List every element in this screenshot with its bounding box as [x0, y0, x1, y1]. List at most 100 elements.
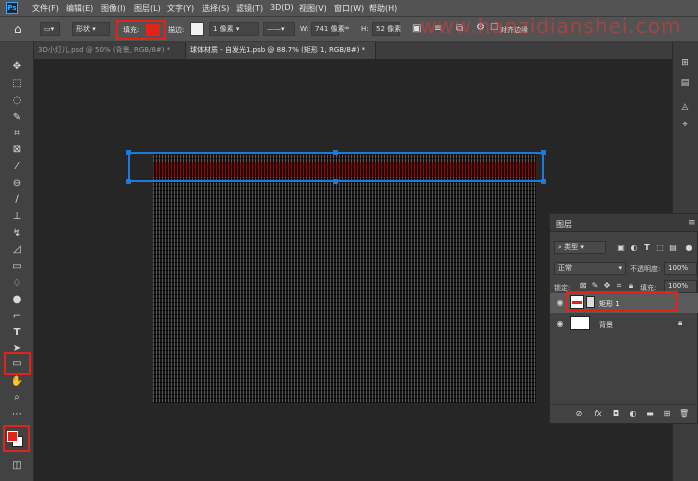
tool-preset-picker[interactable]: ▭▾ [40, 22, 60, 36]
canvas-texture [153, 153, 536, 403]
fx-icon[interactable]: fx [593, 409, 603, 419]
marquee-tool-icon[interactable]: ⬚ [8, 76, 26, 92]
transform-handle[interactable] [541, 179, 546, 184]
opacity-field[interactable]: 100% [664, 262, 697, 275]
tab-label: 3D小灯儿.psd @ 50% (背景, RGB/8#) * [38, 46, 171, 54]
trash-icon[interactable]: 🗑︎ [679, 409, 689, 419]
adjustment-icon[interactable]: ◐ [628, 409, 638, 419]
transform-handle[interactable] [333, 150, 338, 155]
menu-edit[interactable]: 编辑(E) [66, 3, 93, 14]
document-canvas[interactable] [153, 153, 536, 403]
menu-3d[interactable]: 3D(D) [270, 3, 294, 12]
move-tool-icon[interactable]: ✥ [8, 59, 26, 75]
brush-tool-icon[interactable]: ∕ [8, 192, 26, 208]
shape-mode-label: 形状 [76, 25, 90, 33]
height-value: 52 像素 [376, 25, 402, 33]
link-icon[interactable]: ⊘ [574, 409, 584, 419]
layer-name: 矩形 1 [599, 300, 620, 308]
visibility-eye-icon[interactable]: ◉ [555, 319, 565, 329]
transform-handle[interactable] [126, 150, 131, 155]
shape-mode-select[interactable]: 形状 ▾ [72, 22, 110, 36]
layers-panel-header [550, 214, 698, 232]
hand-tool-icon[interactable]: ✋ [8, 374, 26, 390]
filter-kind-label: 类型 [564, 243, 579, 251]
zoom-tool-icon[interactable]: ⌕ [8, 390, 26, 406]
gradient-tool-icon[interactable]: ▭ [8, 259, 26, 275]
menu-select[interactable]: 选择(S) [202, 3, 229, 14]
menu-filter[interactable]: 滤镜(T) [236, 3, 263, 14]
stamp-tool-icon[interactable]: ⊥ [8, 209, 26, 225]
menu-file[interactable]: 文件(F) [32, 3, 59, 14]
history-brush-tool-icon[interactable]: ↯ [8, 226, 26, 242]
lock-position-icon[interactable]: ✥ [602, 281, 612, 291]
new-layer-icon[interactable]: ⊞ [662, 409, 672, 419]
width-field[interactable]: 741 像素 [311, 22, 345, 36]
quick-mask-icon[interactable]: ◫ [8, 458, 26, 474]
filter-adjustment-icon[interactable]: ◐ [629, 243, 639, 253]
grid-icon[interactable]: ⊞ [678, 58, 692, 70]
watermark: www.hanzidianshei.com [420, 14, 682, 38]
eyedropper-tool-icon[interactable]: ⁄ [8, 159, 26, 175]
stroke-swatch[interactable] [190, 22, 204, 36]
mask-icon[interactable]: ◘ [611, 409, 621, 419]
options-bar: ⌂ ▭▾ 形状 ▾ 填充: 描边: 1 像素 ▾ ——▾ W: 741 像素 ∞… [0, 14, 698, 42]
transform-handle[interactable] [541, 150, 546, 155]
dodge-tool-icon[interactable]: ● [8, 292, 26, 308]
menu-layer[interactable]: 图层(L) [134, 3, 161, 14]
stroke-width-field[interactable]: 1 像素 ▾ [209, 22, 259, 36]
fill-swatch[interactable] [146, 24, 160, 36]
more-tools-icon[interactable]: ⋯ [8, 407, 26, 423]
adjustments-icon[interactable]: ◬ [678, 102, 692, 114]
blend-mode-select[interactable]: 正常 ▾ [554, 262, 626, 275]
filter-shape-icon[interactable]: ⬚ [655, 243, 665, 253]
lock-artboard-icon[interactable]: ⌗ [614, 281, 624, 291]
menu-type[interactable]: 文字(Y) [167, 3, 194, 14]
menu-help[interactable]: 帮助(H) [369, 3, 397, 14]
menu-image[interactable]: 图像(I) [101, 3, 126, 14]
stroke-width-value: 1 像素 [213, 25, 234, 33]
pen-tool-icon[interactable]: ⌐ [8, 309, 26, 325]
lasso-tool-icon[interactable]: ◌ [8, 93, 26, 109]
menu-window[interactable]: 窗口(W) [334, 3, 364, 14]
panel-menu-icon[interactable]: ≡ [688, 218, 696, 228]
filter-type-icon[interactable]: T [642, 243, 652, 253]
height-label: H: [361, 25, 369, 33]
tab-document-2[interactable]: 球体材质 - 自发光1.psb @ 88.7% (矩形 1, RGB/8#) * [186, 42, 376, 59]
filter-smart-object-icon[interactable]: ▤ [668, 243, 678, 253]
lock-image-icon[interactable]: ✎ [590, 281, 600, 291]
transform-handle[interactable] [333, 179, 338, 184]
opacity-value: 100% [668, 264, 689, 272]
type-tool-icon[interactable]: T [8, 325, 26, 341]
healing-tool-icon[interactable]: ⊖ [8, 176, 26, 192]
width-label: W: [300, 25, 309, 33]
layer-thumbnail [570, 295, 584, 309]
width-value: 741 像素 [315, 25, 345, 33]
home-icon[interactable]: ⌂ [14, 22, 22, 36]
filter-pixel-icon[interactable]: ▣ [616, 243, 626, 253]
transform-bounding-box[interactable] [128, 152, 544, 182]
menu-view[interactable]: 视图(V) [299, 3, 327, 14]
frame-tool-icon[interactable]: ⊠ [8, 142, 26, 158]
link-dimensions-icon[interactable]: ∞ [344, 24, 350, 32]
layer-filter-select[interactable]: ⌕ 类型 ▾ [554, 241, 606, 254]
libraries-icon[interactable]: ▤ [678, 78, 692, 90]
lock-all-icon[interactable]: 🔒︎ [626, 281, 636, 291]
layer-name: 背景 [599, 321, 613, 329]
crop-tool-icon[interactable]: ⌗ [8, 126, 26, 142]
filter-toggle-icon[interactable]: ● [684, 243, 694, 253]
rectangle-tool-icon[interactable]: ▭ [8, 356, 26, 372]
group-icon[interactable]: ▬ [645, 409, 655, 419]
quick-select-tool-icon[interactable]: ✎ [8, 110, 26, 126]
layer-lock-icon: 🔒︎ [678, 318, 683, 327]
visibility-eye-icon[interactable]: ◉ [555, 298, 565, 308]
tab-document-1[interactable]: 3D小灯儿.psd @ 50% (背景, RGB/8#) * [34, 42, 186, 59]
transform-handle[interactable] [126, 179, 131, 184]
lock-transparent-icon[interactable]: ⊠ [578, 281, 588, 291]
foreground-color-swatch[interactable] [7, 431, 18, 442]
layers-panel-footer [550, 404, 698, 424]
blur-tool-icon[interactable]: ♢ [8, 276, 26, 292]
stroke-style-select[interactable]: ——▾ [263, 22, 295, 36]
height-field[interactable]: 52 像素 [372, 22, 402, 36]
eraser-tool-icon[interactable]: ◿ [8, 242, 26, 258]
properties-icon[interactable]: ⌖ [678, 120, 692, 132]
